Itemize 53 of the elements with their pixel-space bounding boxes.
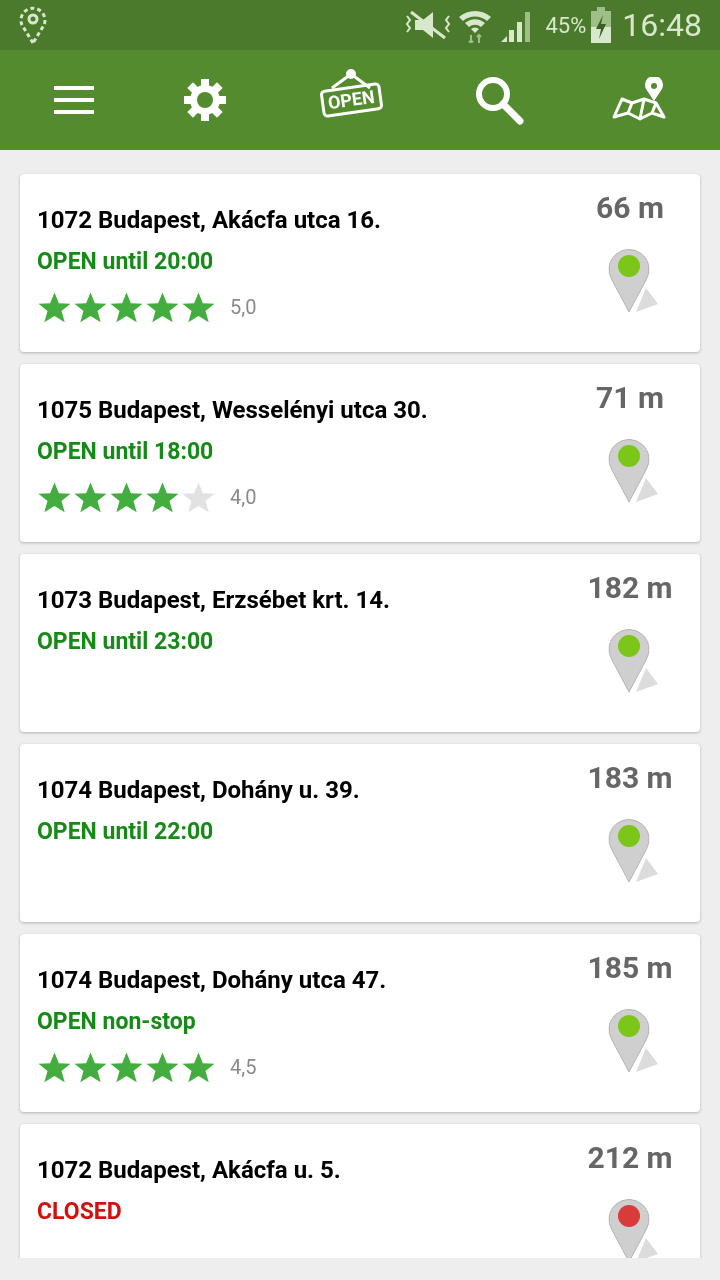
open-sign-button[interactable]: OPEN (316, 68, 386, 132)
star-icon (73, 290, 108, 324)
distance-label: 212 m (587, 1140, 673, 1176)
opening-status: OPEN until 20:00 (37, 247, 215, 277)
mute-icon (405, 8, 452, 42)
place-card[interactable]: 1072 Budapest, Akácfa utca 16. OPEN until 20:00 5,0 66 m (20, 174, 700, 352)
clock-time: 16:48 (622, 5, 702, 46)
distance-label: 183 m (587, 760, 673, 796)
star-icon (181, 290, 216, 324)
star-icon (109, 480, 144, 514)
distance-label: 71 m (596, 380, 664, 416)
place-card[interactable]: 1075 Budapest, Wesselényi utca 30. OPEN until 18:00 4,0 71 m (20, 364, 700, 542)
star-icon (37, 1050, 72, 1084)
settings-icon[interactable] (182, 77, 228, 123)
map-icon[interactable] (612, 77, 666, 123)
place-card[interactable]: 1073 Budapest, Erzsébet krt. 14. OPEN until 23:00 182 m (20, 554, 700, 732)
place-address: 1072 Budapest, Akácfa u. 5. (37, 1155, 342, 1186)
star-icon (145, 480, 180, 514)
star-icon (37, 480, 72, 514)
place-card[interactable]: 1074 Budapest, Dohány u. 39. OPEN until 22:00 183 m (20, 744, 700, 922)
star-icon (181, 480, 216, 514)
place-address: 1074 Budapest, Dohány u. 39. (37, 775, 361, 806)
rating-value: 5,0 (230, 294, 257, 321)
open-sign-label: OPEN (318, 81, 384, 119)
place-address: 1073 Budapest, Erzsébet krt. 14. (37, 585, 391, 616)
place-address: 1072 Budapest, Akácfa utca 16. (37, 205, 382, 236)
star-icon (181, 1050, 216, 1084)
opening-status: OPEN until 18:00 (37, 437, 215, 467)
search-icon[interactable] (474, 75, 524, 125)
location-pin-icon (18, 5, 48, 45)
opening-status: CLOSED (37, 1197, 123, 1227)
opening-status: OPEN until 23:00 (37, 627, 215, 657)
place-address: 1074 Budapest, Dohány utca 47. (37, 965, 388, 996)
star-icon (145, 290, 180, 324)
star-icon (109, 290, 144, 324)
distance-label: 185 m (587, 950, 673, 986)
place-card[interactable]: 1072 Budapest, Akácfa u. 5. CLOSED 212 m (20, 1124, 700, 1258)
rating-value: 4,0 (230, 484, 257, 511)
star-icon (109, 1050, 144, 1084)
menu-icon[interactable] (54, 85, 94, 115)
place-card[interactable]: 1074 Budapest, Dohány utca 47. OPEN non-stop 4,5 185 m (20, 934, 700, 1112)
star-icon (145, 1050, 180, 1084)
battery-charging-icon (590, 7, 613, 43)
star-icon (73, 480, 108, 514)
distance-label: 182 m (587, 570, 673, 606)
place-address: 1075 Budapest, Wesselényi utca 30. (37, 395, 429, 426)
rating-value: 4,5 (230, 1054, 257, 1081)
opening-status: OPEN until 22:00 (37, 817, 215, 847)
battery-percentage: 45% (545, 11, 587, 40)
star-icon (73, 1050, 108, 1084)
opening-status: OPEN non-stop (37, 1007, 197, 1037)
star-icon (37, 290, 72, 324)
distance-label: 66 m (596, 190, 664, 226)
